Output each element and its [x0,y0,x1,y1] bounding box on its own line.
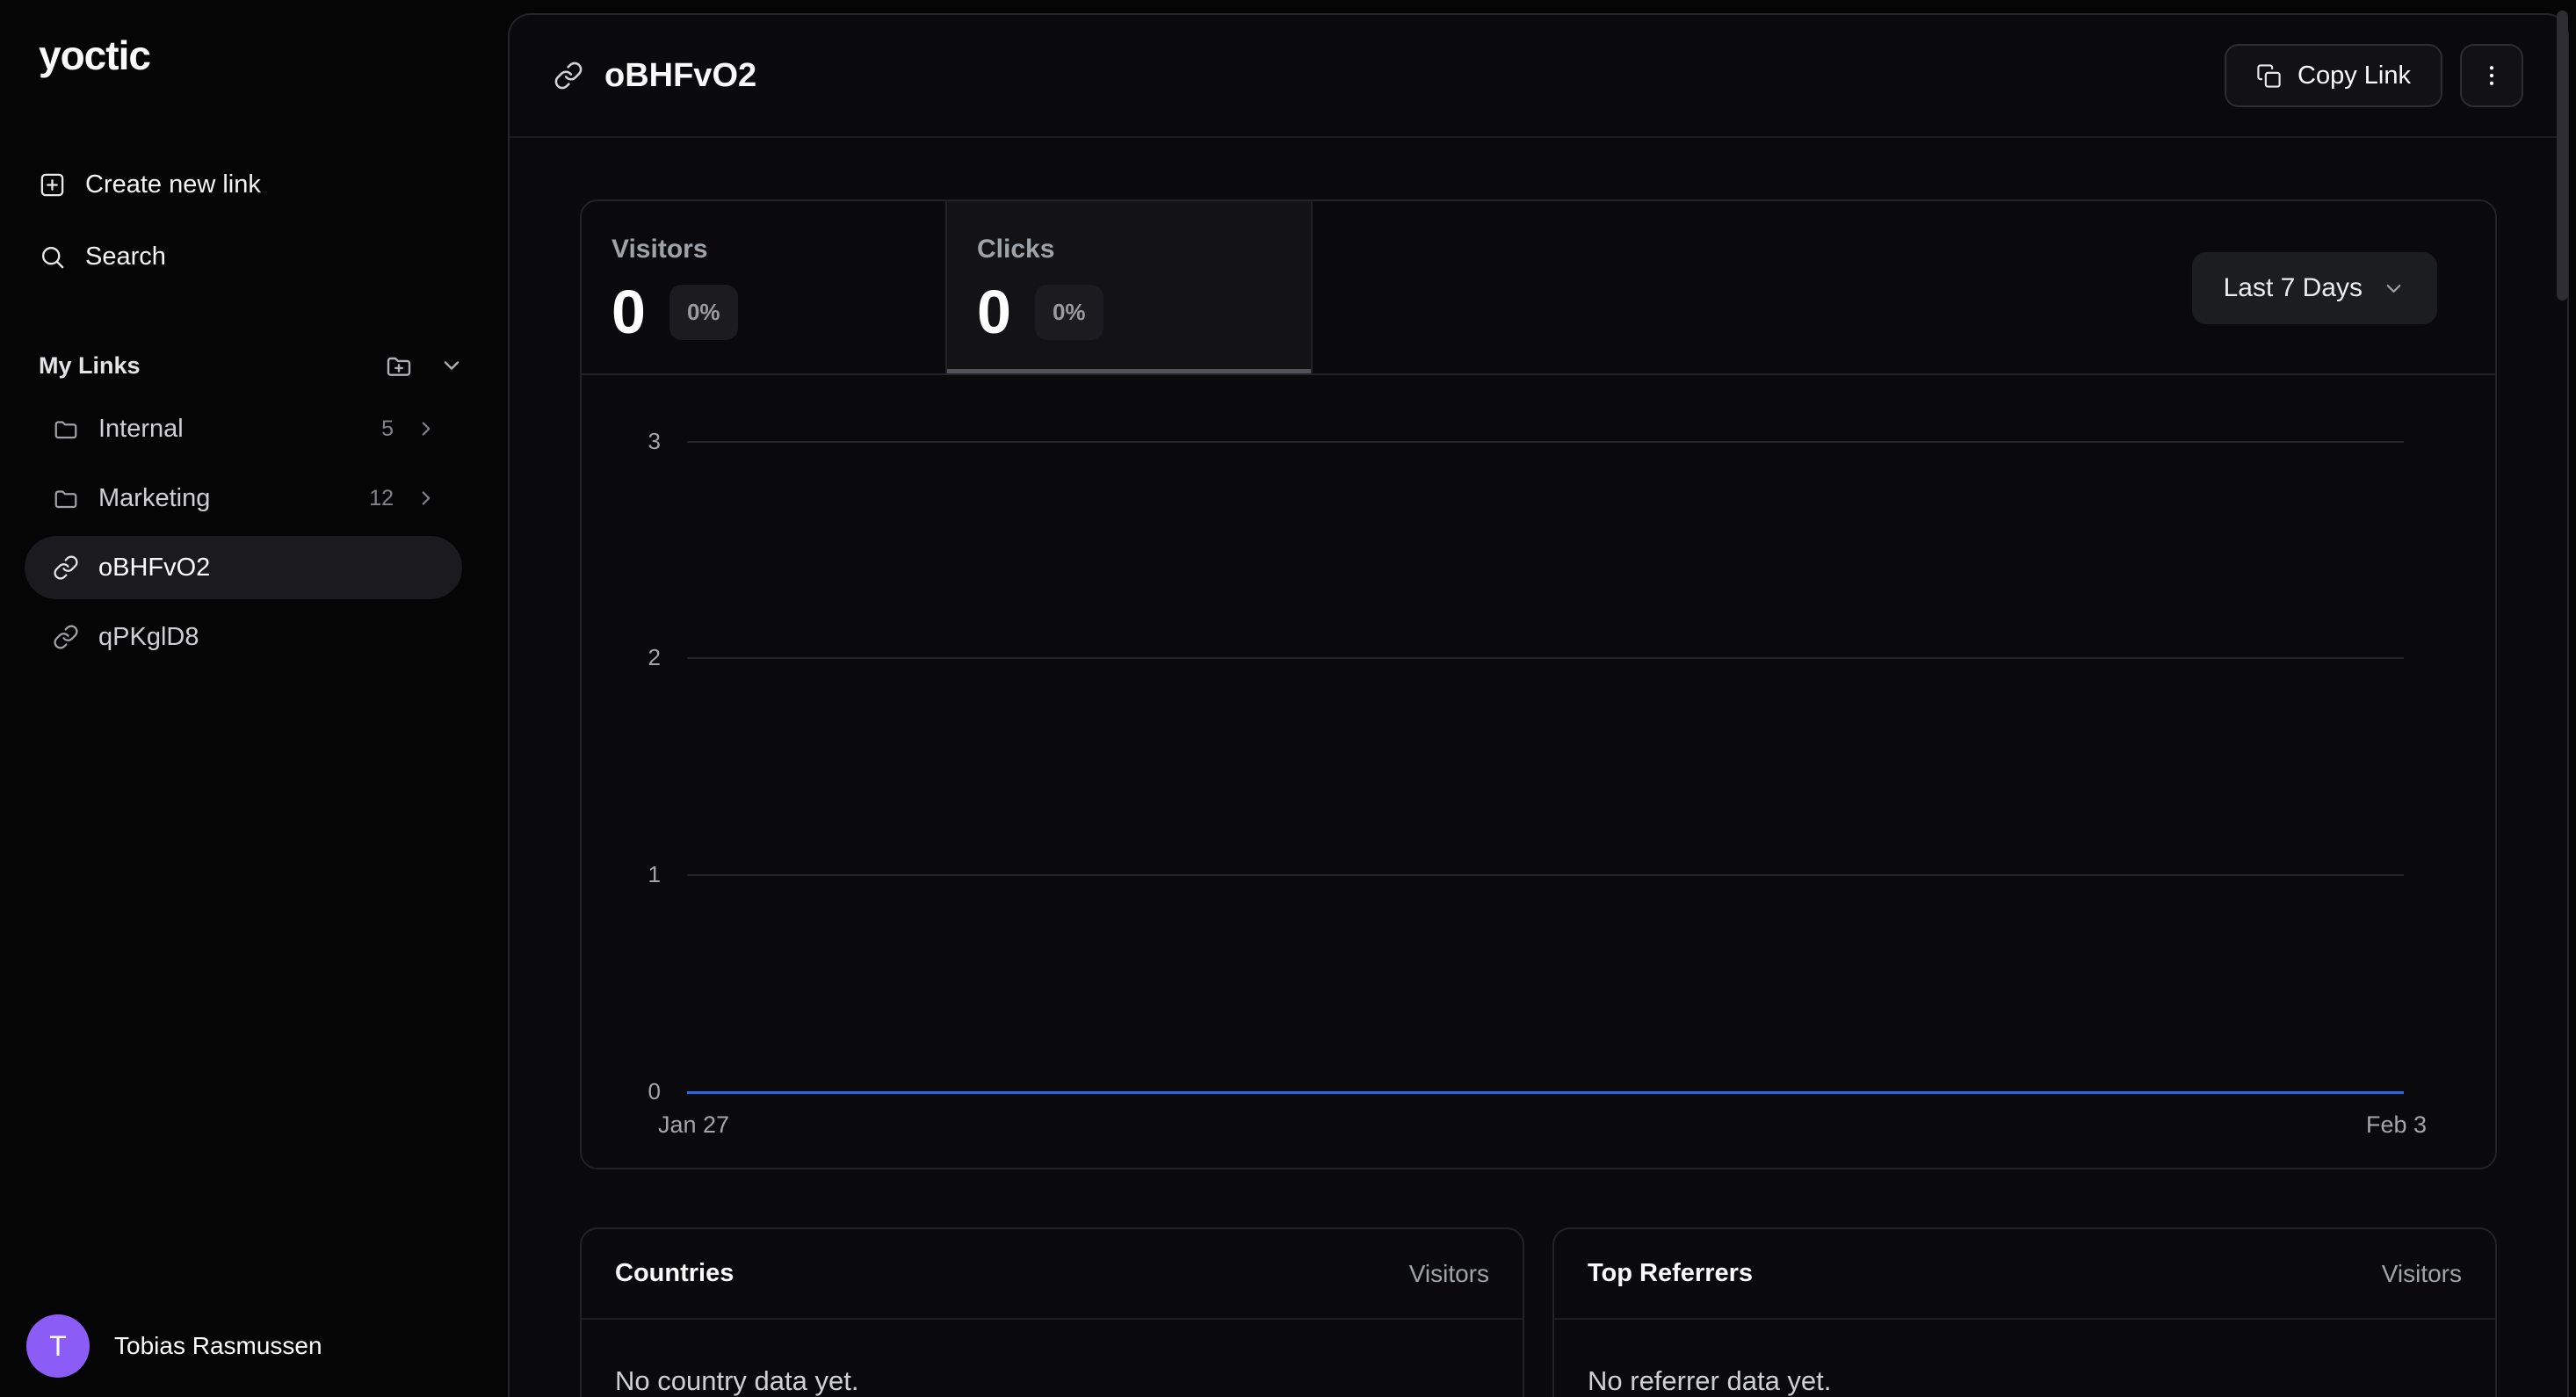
breakdown-cards-row: Countries Visitors No country data yet. … [580,1227,2497,1397]
clicks-value: 0 [977,277,1010,347]
y-tick-label: 1 [606,861,661,888]
series-line [687,1091,2404,1094]
user-name: Tobias Rasmussen [114,1332,322,1360]
top-referrers-card-header: Top Referrers Visitors [1554,1229,2495,1320]
date-range-label: Last 7 Days [2224,273,2363,303]
folder-label: Marketing [98,484,369,513]
sidebar-link-qpkgld8[interactable]: qPKglD8 [25,605,462,669]
folder-icon [53,416,79,442]
plus-square-icon [39,171,66,199]
content-area: Visitors 0 0% Clicks 0 0% [510,138,2567,1397]
top-referrers-title: Top Referrers [1588,1259,1753,1288]
chevron-right-icon [415,487,438,510]
folder-count: 12 [369,486,394,511]
analytics-card: Visitors 0 0% Clicks 0 0% [580,199,2497,1169]
copy-icon [2256,63,2282,89]
countries-title: Countries [615,1259,734,1288]
collapse-my-links-button[interactable] [439,353,464,378]
app-root: yoctic Create new link Search My Links I… [0,0,2576,1397]
link-icon [53,624,79,650]
gridline [687,657,2404,659]
folder-label: Internal [98,415,381,444]
y-tick-label: 2 [606,644,661,671]
main-panel: oBHFvO2 Copy Link Visitors 0 0% [508,13,2569,1397]
tab-label: Clicks [977,235,1311,264]
title-group: oBHFvO2 [554,57,756,95]
y-tick-label: 3 [606,428,661,455]
folder-count: 5 [381,416,394,442]
link-icon [53,554,79,581]
date-range-selector[interactable]: Last 7 Days [2192,252,2437,324]
chevron-right-icon [415,417,438,440]
search-label: Search [85,242,166,271]
countries-empty-message: No country data yet. [582,1320,1523,1397]
tab-stat: 0 0% [977,277,1311,347]
folder-icon [53,485,79,511]
countries-card-header: Countries Visitors [582,1229,1523,1320]
link-icon [554,61,583,90]
app-logo: yoctic [39,32,150,79]
create-new-link-button[interactable]: Create new link [39,163,261,206]
tab-stat: 0 0% [611,277,945,347]
link-label: qPKglD8 [98,623,438,652]
countries-card: Countries Visitors No country data yet. [580,1227,1524,1397]
tab-clicks[interactable]: Clicks 0 0% [947,201,1313,373]
user-profile[interactable]: T Tobias Rasmussen [26,1314,322,1378]
folder-plus-icon [385,351,413,380]
stats-tab-row: Visitors 0 0% Clicks 0 0% [582,201,2495,375]
tab-visitors[interactable]: Visitors 0 0% [582,201,947,373]
top-referrers-empty-message: No referrer data yet. [1554,1320,2495,1397]
clicks-line-chart: 3 2 1 0 Jan 27 [582,375,2495,1169]
x-axis-start-label: Jan 27 [658,1111,729,1139]
chevron-down-icon [439,353,464,378]
copy-link-label: Copy Link [2297,62,2411,90]
gridline [687,441,2404,443]
page-header: oBHFvO2 Copy Link [510,15,2567,138]
more-options-button[interactable] [2460,44,2523,107]
search-icon [39,243,66,271]
top-referrers-visitors-column: Visitors [2382,1260,2462,1288]
gridline [687,874,2404,876]
countries-visitors-column: Visitors [1409,1260,1489,1288]
x-axis-end-label: Feb 3 [2366,1111,2427,1139]
top-referrers-card: Top Referrers Visitors No referrer data … [1552,1227,2497,1397]
sidebar: yoctic Create new link Search My Links I… [0,0,517,1397]
sidebar-link-obhfvo2[interactable]: oBHFvO2 [25,536,462,599]
links-nav: Internal 5 Marketing 12 oBHFvO2 qPKglD8 [25,397,462,675]
avatar: T [26,1314,90,1378]
search-button[interactable]: Search [39,235,166,278]
sidebar-folder-marketing[interactable]: Marketing 12 [25,467,462,530]
chevron-down-icon [2382,277,2406,300]
page-title: oBHFvO2 [604,57,756,95]
tab-label: Visitors [611,235,945,264]
my-links-header: My Links [39,348,464,383]
new-folder-button[interactable] [385,351,413,380]
my-links-title: My Links [39,352,141,380]
kebab-menu-icon [2478,62,2505,89]
create-new-link-label: Create new link [85,170,261,199]
scrollbar[interactable] [2557,11,2568,300]
y-tick-label: 0 [606,1078,661,1105]
visitors-change-badge: 0% [669,285,738,340]
link-label: oBHFvO2 [98,554,438,583]
clicks-change-badge: 0% [1035,285,1103,340]
sidebar-folder-internal[interactable]: Internal 5 [25,397,462,460]
copy-link-button[interactable]: Copy Link [2225,44,2442,107]
visitors-value: 0 [611,277,645,347]
